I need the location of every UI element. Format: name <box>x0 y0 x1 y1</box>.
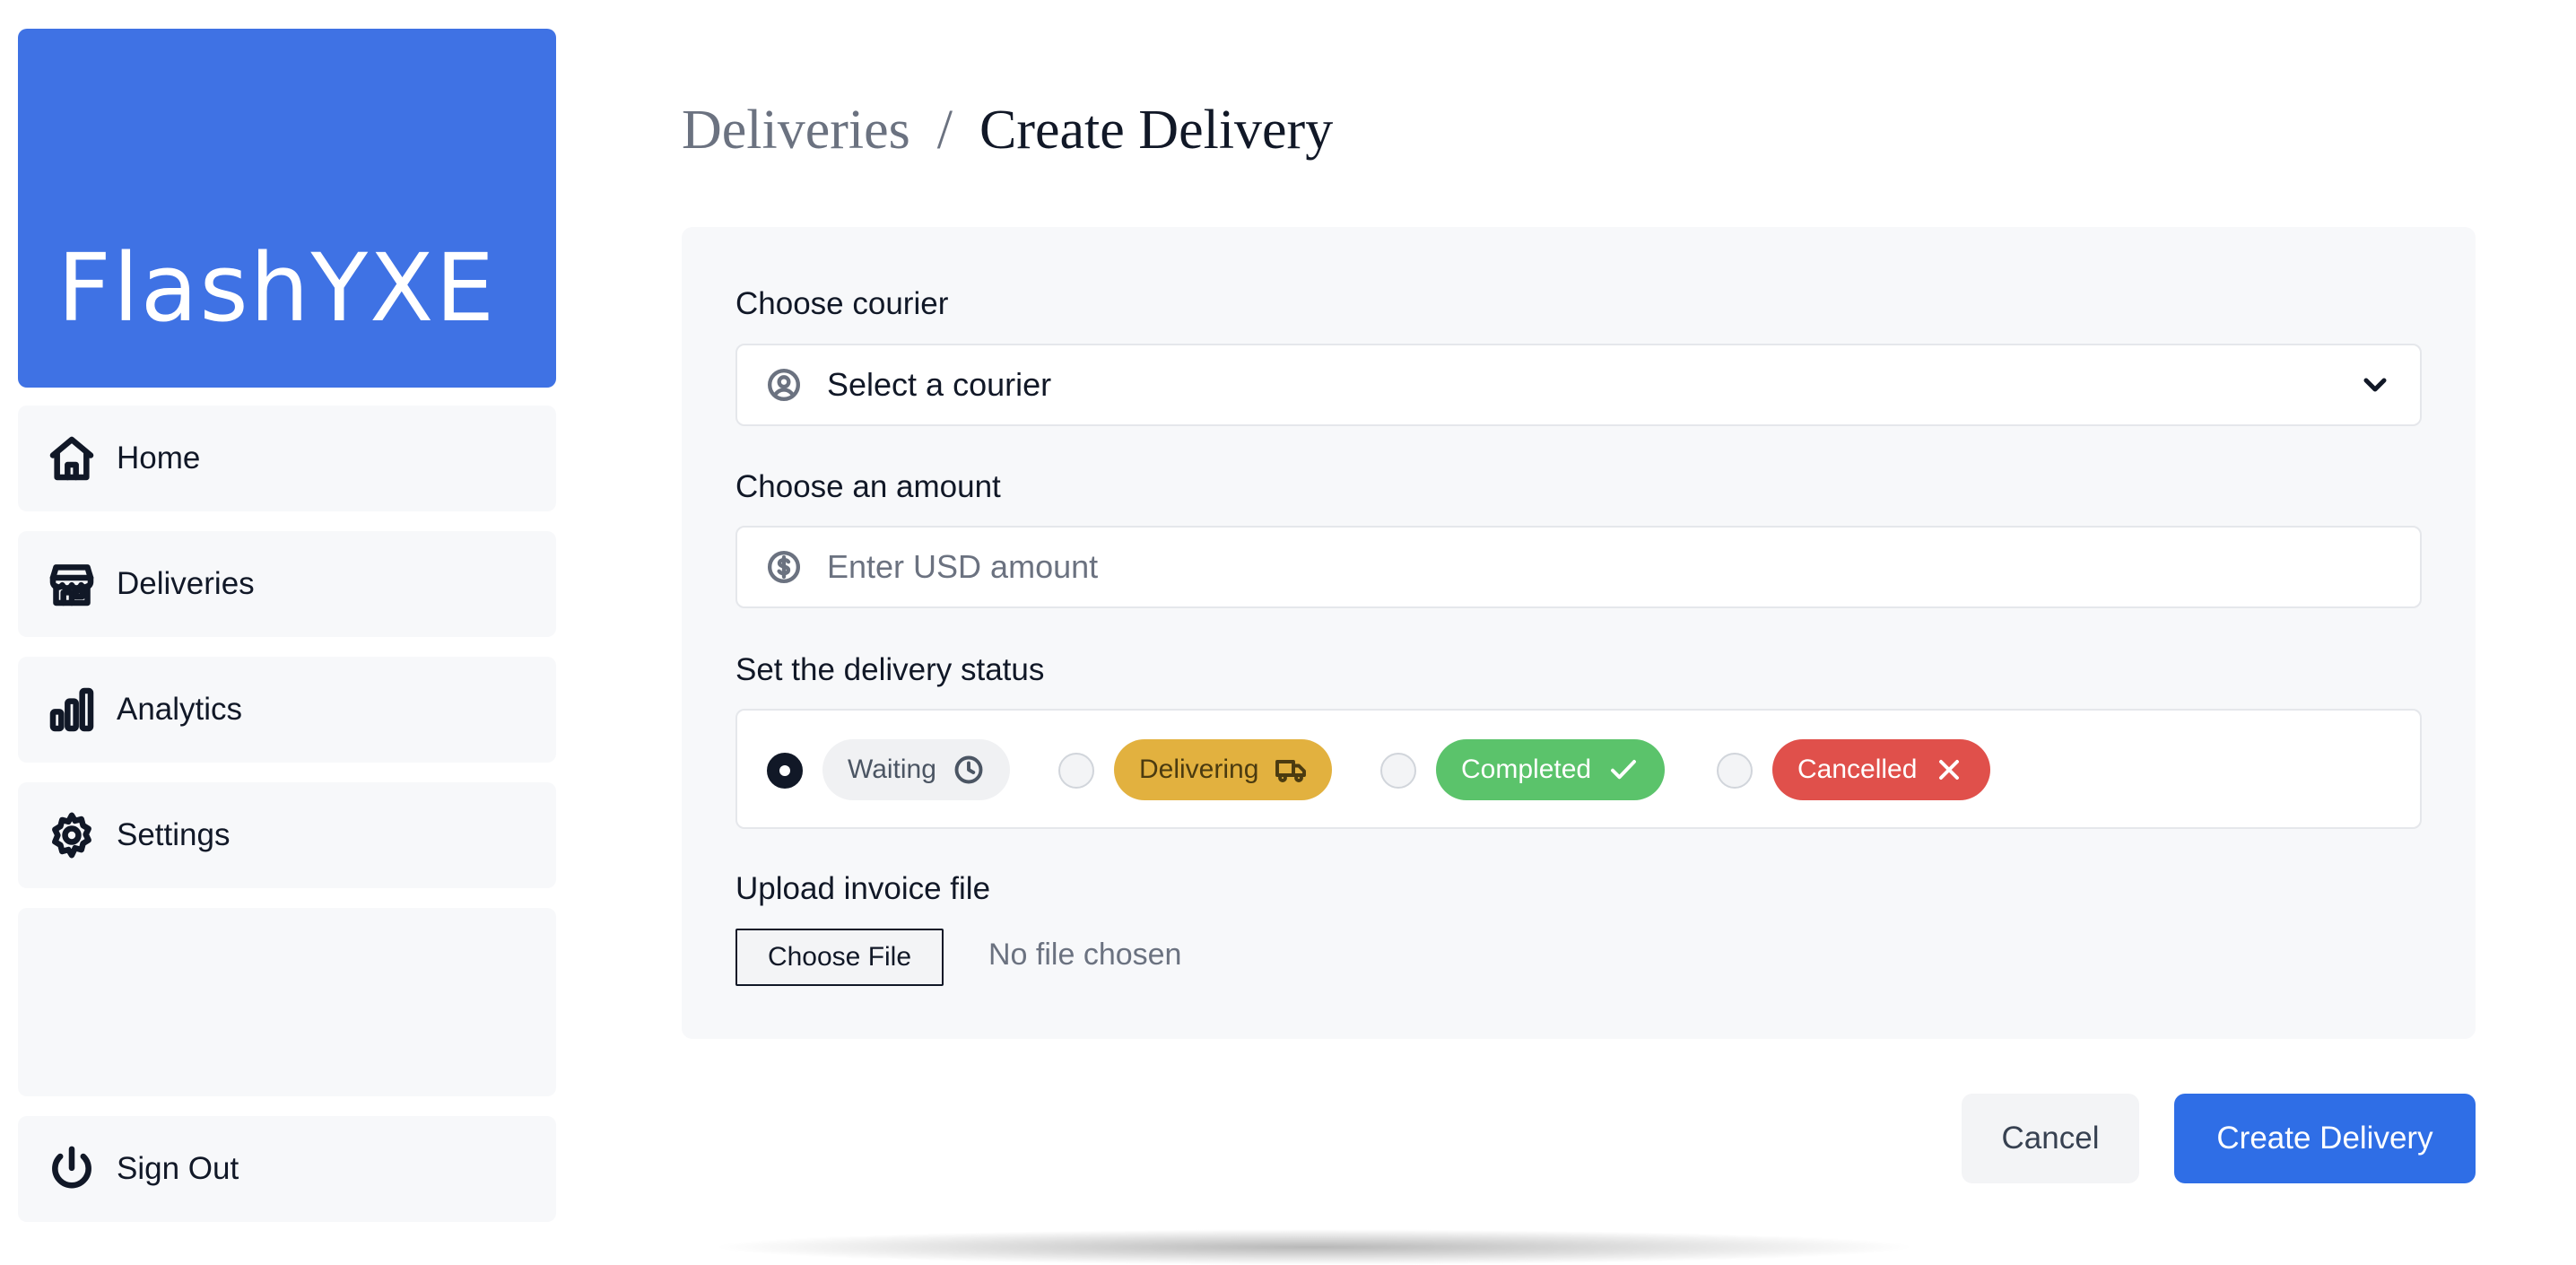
bar-chart-icon <box>49 687 94 732</box>
courier-select-value: Select a courier <box>827 366 1052 403</box>
dollar-circle-icon <box>768 551 800 583</box>
status-badge-label: Delivering <box>1139 755 1259 784</box>
power-icon <box>52 1146 91 1189</box>
breadcrumb-parent-link[interactable]: Deliveries <box>682 100 910 161</box>
breadcrumb: Deliveries / Create Delivery <box>682 99 1333 162</box>
sidebar-item-settings[interactable]: Settings <box>18 782 556 888</box>
breadcrumb-separator: / <box>936 100 953 161</box>
status-badge-label: Cancelled <box>1797 755 1918 784</box>
main-content: Deliveries / Create Delivery Choose courie… <box>682 0 2476 1256</box>
status-badge-waiting[interactable]: Waiting <box>822 739 1010 800</box>
bottom-shadow <box>709 1229 1919 1265</box>
brand-name: FlashYXE <box>57 233 497 343</box>
sidebar-item-label: Deliveries <box>117 566 255 601</box>
gear-icon <box>52 812 91 859</box>
create-delivery-button[interactable]: Create Delivery <box>2174 1094 2476 1183</box>
status-radio-completed[interactable] <box>1380 753 1416 789</box>
sidebar-item-label: Home <box>117 441 201 475</box>
check-icon <box>1611 760 1637 780</box>
invoice-label: Upload invoice file <box>735 871 991 906</box>
status-label: Set the delivery status <box>735 652 1045 687</box>
amount-label: Choose an amount <box>735 469 1001 504</box>
sidebar-spacer <box>18 908 556 1096</box>
cancel-button[interactable]: Cancel <box>1962 1094 2139 1183</box>
amount-placeholder: Enter USD amount <box>827 548 1099 585</box>
sidebar-item-label: Analytics <box>117 692 243 727</box>
choose-file-button[interactable]: Choose File <box>735 929 944 986</box>
amount-input[interactable]: Enter USD amount <box>735 526 2422 608</box>
sidebar-item-home[interactable]: Home <box>18 406 556 511</box>
status-badge-cancelled[interactable]: Cancelled <box>1772 739 1991 800</box>
courier-label: Choose courier <box>735 286 949 321</box>
status-radio-delivering[interactable] <box>1058 753 1094 789</box>
sidebar-item-label: Settings <box>117 817 231 852</box>
sign-out-label: Sign Out <box>117 1151 239 1186</box>
truck-icon <box>1275 760 1307 782</box>
page-title: Create Delivery <box>979 100 1334 161</box>
status-badge-completed[interactable]: Completed <box>1436 739 1666 800</box>
delivery-form: Choose courier Select a courier Choose a… <box>682 227 2476 1039</box>
status-radio-waiting[interactable] <box>767 753 803 789</box>
sidebar-item-analytics[interactable]: Analytics <box>18 657 556 763</box>
status-radio-cancelled[interactable] <box>1717 753 1753 789</box>
status-badge-label: Waiting <box>848 755 936 784</box>
sidebar: FlashYXE Home Deliveries Analytics Setti… <box>18 29 556 1222</box>
sidebar-item-deliveries[interactable]: Deliveries <box>18 531 556 637</box>
status-radio-group: Waiting Delivering Completed Cancelled <box>735 709 2422 829</box>
store-icon <box>49 564 94 606</box>
status-badge-label: Completed <box>1461 755 1592 784</box>
chevron-down-icon <box>2363 378 2387 392</box>
sign-out-button[interactable]: Sign Out <box>18 1116 556 1222</box>
courier-select[interactable]: Select a courier <box>735 344 2422 426</box>
status-badge-delivering[interactable]: Delivering <box>1114 739 1333 800</box>
file-status-text: No file chosen <box>988 938 1182 972</box>
clock-icon <box>954 755 983 784</box>
user-circle-icon <box>768 369 800 401</box>
x-icon <box>1939 760 1960 780</box>
home-icon <box>49 436 94 481</box>
brand-logo: FlashYXE <box>18 29 556 388</box>
